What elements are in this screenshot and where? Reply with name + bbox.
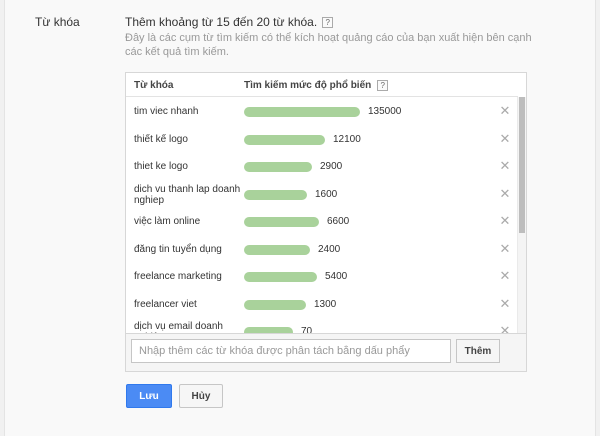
popularity-bar [244, 299, 306, 310]
table-row: dịch vụ email doanh nghiệp 70 ✕ [126, 318, 518, 334]
popularity-value: 6600 [327, 216, 350, 227]
heading-text: Thêm khoảng từ 15 đến 20 từ khóa. [125, 15, 318, 29]
table-row: freelancer viet 1300 ✕ [126, 291, 518, 318]
popularity-value: 2900 [320, 161, 343, 172]
remove-keyword-icon[interactable]: ✕ [498, 159, 512, 173]
scrollbar[interactable] [517, 97, 526, 333]
add-button[interactable]: Thêm [456, 339, 500, 363]
keyword-rows: tim viec nhanh 135000 ✕ thiết kế logo 12100 ✕… [126, 98, 518, 334]
table-row: tim viec nhanh 135000 ✕ [126, 98, 518, 125]
popularity-value: 1600 [315, 188, 338, 200]
remove-keyword-icon[interactable]: ✕ [498, 214, 512, 228]
popularity-bar [244, 327, 293, 333]
keyword-text: tim viec nhanh [134, 106, 199, 117]
table-row: đăng tin tuyển dụng 2400 ✕ [126, 236, 518, 263]
popularity-value: 12100 [333, 133, 361, 145]
popularity-bar [244, 217, 319, 227]
remove-keyword-icon[interactable]: ✕ [498, 241, 512, 256]
keywords-panel: Từ khóa Thêm khoảng từ 15 đến 20 từ khóa… [4, 0, 596, 436]
table-row: freelance marketing 5400 ✕ [126, 263, 518, 290]
popularity-bar [244, 134, 325, 145]
column-header-popularity: Tìm kiếm mức độ phổ biến ? [244, 80, 389, 91]
table-row: thiết kế logo 12100 ✕ [126, 126, 518, 153]
description: Đây là các cụm từ tìm kiếm có thể kích h… [125, 32, 532, 58]
keyword-text: dich vu thanh lap doanh nghiep [134, 183, 241, 206]
remove-keyword-icon[interactable]: ✕ [498, 269, 512, 283]
popularity-value: 135000 [368, 106, 402, 117]
popularity-value: 5400 [325, 271, 348, 282]
popularity-bar [244, 272, 317, 282]
column-header-popularity-label: Tìm kiếm mức độ phổ biến [244, 80, 372, 91]
keyword-text: thiet ke logo [134, 161, 188, 172]
help-icon[interactable]: ? [322, 16, 334, 28]
popularity-value: 1300 [314, 298, 337, 310]
help-icon[interactable]: ? [377, 80, 389, 91]
keywords-table: Từ khóa Tìm kiếm mức độ phổ biến ? tim v… [125, 72, 527, 334]
remove-keyword-icon[interactable]: ✕ [498, 324, 512, 334]
cancel-button[interactable]: Hủy [179, 384, 223, 408]
scrollbar-thumb[interactable] [519, 97, 525, 233]
heading: Thêm khoảng từ 15 đến 20 từ khóa. ? [125, 15, 334, 29]
table-row: dich vu thanh lap doanh nghiep 1600 ✕ [126, 181, 518, 208]
remove-keyword-icon[interactable]: ✕ [498, 296, 512, 311]
column-header-keyword: Từ khóa [134, 80, 174, 91]
add-keywords-input[interactable] [131, 339, 451, 363]
table-header: Từ khóa Tìm kiếm mức độ phổ biến ? [126, 73, 518, 97]
popularity-bar [244, 107, 360, 117]
popularity-value: 2400 [318, 243, 341, 255]
remove-keyword-icon[interactable]: ✕ [498, 104, 512, 118]
popularity-bar [244, 189, 307, 200]
remove-keyword-icon[interactable]: ✕ [498, 131, 512, 146]
keyword-text: thiết kế logo [134, 133, 188, 145]
section-label: Từ khóa [35, 15, 80, 29]
keyword-text: dịch vụ email doanh nghiệp [134, 321, 223, 333]
keyword-text: freelance marketing [134, 271, 222, 282]
remove-keyword-icon[interactable]: ✕ [498, 186, 512, 201]
popularity-value: 70 [301, 326, 313, 334]
table-row: việc làm online 6600 ✕ [126, 208, 518, 235]
keyword-text: việc làm online [134, 216, 201, 227]
popularity-bar [244, 244, 310, 255]
keyword-text: freelancer viet [134, 298, 197, 310]
save-button[interactable]: Lưu [126, 384, 172, 408]
popularity-bar [244, 162, 312, 172]
table-row: thiet ke logo 2900 ✕ [126, 153, 518, 180]
keyword-text: đăng tin tuyển dụng [134, 243, 222, 255]
add-keywords-bar: Thêm [125, 334, 527, 372]
